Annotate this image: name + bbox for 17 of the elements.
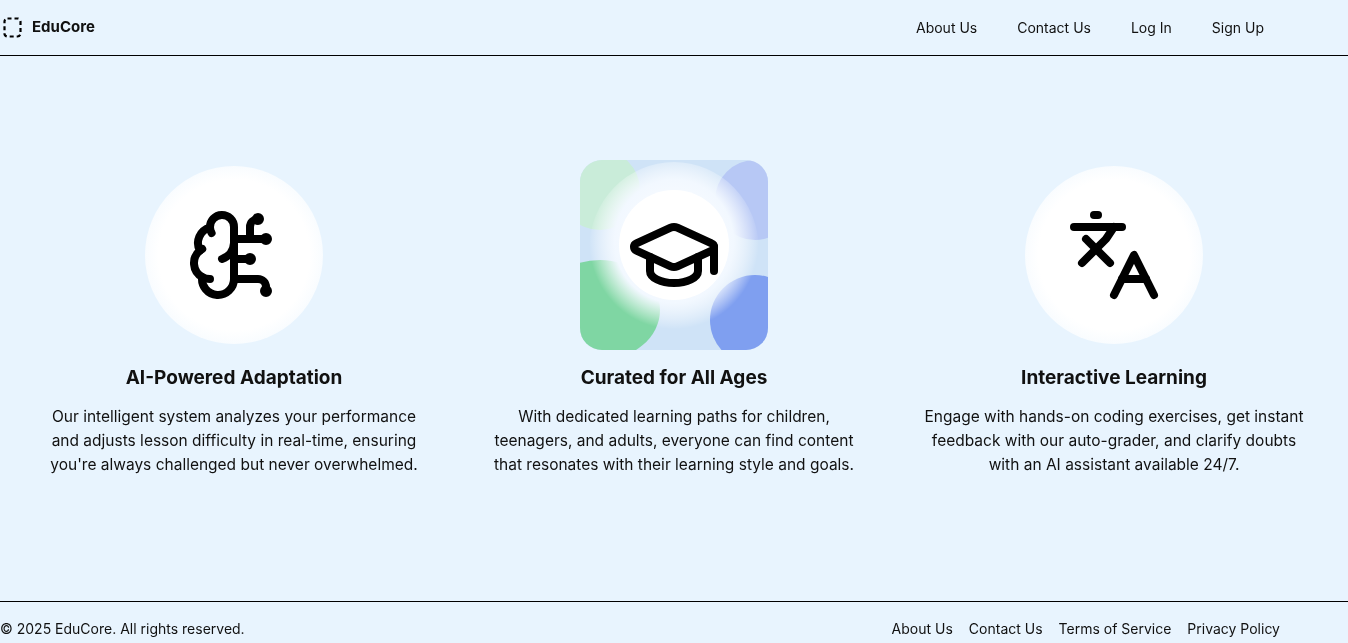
nav-link[interactable]: Log In [1130, 17, 1172, 38]
feature-description: Engage with hands-on coding exercises, get instant feedback with our auto-grader, and clarify doubts with an AI assistant available 24/7. [923, 405, 1305, 476]
feature-description: With dedicated learning paths for children, teenagers, and adults, everyone can find content that resonates with their learning style and goals. [493, 405, 855, 476]
copyright-text: © 2025 EduCore. All rights reserved. [0, 619, 245, 639]
footer-link[interactable]: Terms of Service [1058, 618, 1172, 639]
nav-link[interactable]: Contact Us [1017, 17, 1091, 38]
feature-title: Interactive Learning [1021, 365, 1207, 391]
logo-icon [3, 17, 22, 38]
nav-link[interactable]: About Us [916, 17, 978, 38]
feature-title: Curated for All Ages [580, 365, 768, 391]
footer-link[interactable]: Contact Us [968, 618, 1043, 639]
nav-link[interactable]: Sign Up [1211, 17, 1264, 38]
feature-title: AI-Powered Adaptation [125, 365, 343, 391]
brand-name: EduCore [32, 16, 95, 39]
footer-link[interactable]: Privacy Policy [1187, 618, 1280, 639]
footer-link[interactable]: About Us [891, 618, 953, 639]
feature-description: Our intelligent system analyzes your performance and adjusts lesson difficulty in real-time, ensuring you're always challenged but never overwhelmed. [49, 405, 419, 476]
